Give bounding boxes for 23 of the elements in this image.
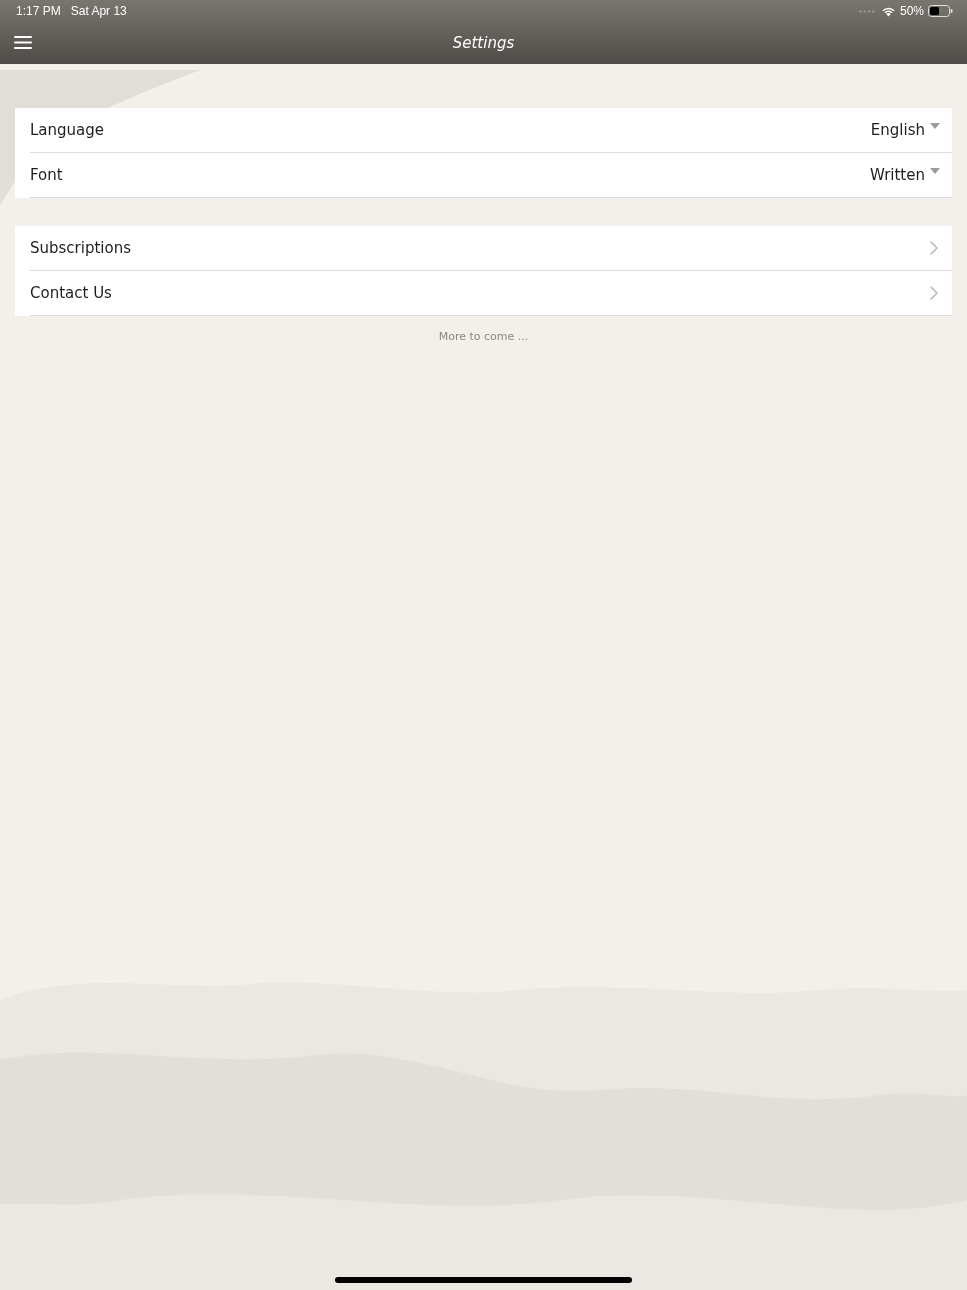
chevron-right-icon: [930, 286, 938, 300]
battery-percent: 50%: [899, 4, 924, 18]
footer-note: More to come ...: [437, 330, 530, 343]
caret-down-icon: [930, 168, 940, 174]
settings-row[interactable]: Language English: [30, 108, 952, 153]
settings-row[interactable]: Font Written: [30, 153, 952, 198]
settings-row[interactable]: Contact Us: [30, 271, 952, 316]
row-label: Language: [30, 121, 106, 139]
row-label: Font: [30, 166, 64, 184]
settings-row[interactable]: Subscriptions: [30, 226, 952, 271]
caret-down-icon: [930, 123, 940, 129]
row-label: Contact Us: [30, 284, 113, 302]
status-time: 1:17 PM: [16, 4, 61, 18]
dropdown-value: Written: [870, 166, 925, 184]
battery-icon: [928, 5, 953, 17]
row-label: Subscriptions: [30, 239, 132, 257]
signal-dots-icon: [858, 9, 875, 13]
menu-icon: [14, 36, 32, 49]
dropdown-value: English: [870, 121, 925, 139]
nav-title: Settings: [452, 34, 515, 52]
wifi-icon: [880, 5, 896, 17]
chevron-right-icon: [930, 241, 938, 255]
status-date: Sat Apr 13: [70, 4, 127, 18]
